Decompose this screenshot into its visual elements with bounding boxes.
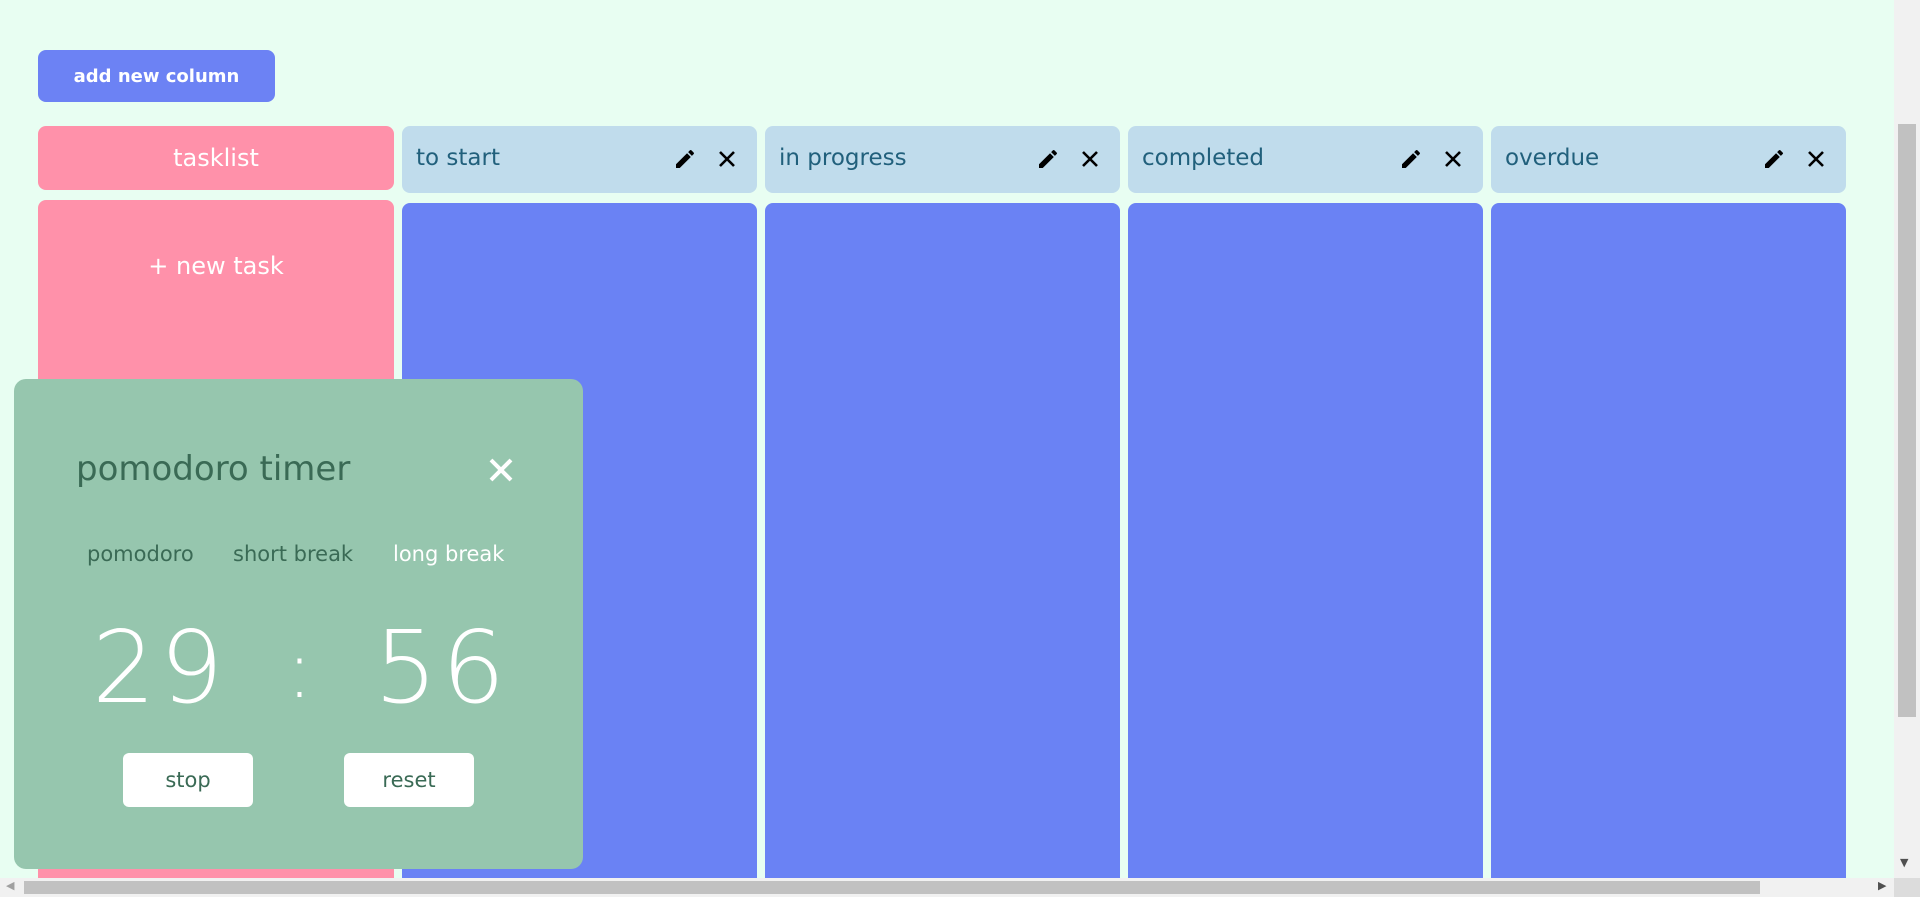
close-icon[interactable] — [1441, 147, 1465, 171]
column-title: overdue — [1505, 145, 1600, 171]
column-header-completed: completed — [1128, 126, 1483, 193]
tasklist-title: tasklist — [173, 144, 259, 172]
timer-seconds: 56 — [374, 609, 510, 726]
column-body-overdue[interactable] — [1491, 203, 1846, 880]
column-body-completed[interactable] — [1128, 203, 1483, 880]
scroll-right-arrow-icon[interactable]: ▶ — [1878, 879, 1886, 892]
tasklist-header: tasklist — [38, 126, 394, 190]
close-icon[interactable] — [715, 147, 739, 171]
mode-short-break[interactable]: short break — [233, 542, 353, 566]
stop-button[interactable]: stop — [123, 753, 253, 807]
column-title: completed — [1142, 145, 1265, 171]
pomodoro-title: pomodoro timer — [76, 449, 351, 489]
pomodoro-timer-panel: pomodoro timer pomodoro short break long… — [14, 379, 583, 869]
column-header-to-start: to start — [402, 126, 757, 193]
reset-button[interactable]: reset — [344, 753, 474, 807]
scroll-down-arrow-icon[interactable]: ▼ — [1900, 856, 1908, 869]
column-body-in-progress[interactable] — [765, 203, 1120, 880]
scrollbar-corner — [1894, 878, 1920, 897]
horizontal-scroll-thumb[interactable] — [24, 881, 1760, 894]
new-task-button[interactable]: + new task — [38, 252, 394, 280]
pencil-icon[interactable] — [1762, 147, 1786, 171]
pencil-icon[interactable] — [1036, 147, 1060, 171]
pencil-icon[interactable] — [1399, 147, 1423, 171]
mode-long-break[interactable]: long break — [393, 542, 504, 566]
scroll-left-arrow-icon[interactable]: ◀ — [6, 879, 14, 892]
close-icon[interactable] — [1804, 147, 1828, 171]
mode-pomodoro[interactable]: pomodoro — [87, 542, 194, 566]
vertical-scrollbar[interactable] — [1894, 0, 1920, 878]
column-header-in-progress: in progress — [765, 126, 1120, 193]
timer-minutes: 29 — [92, 609, 228, 726]
column-header-overdue: overdue — [1491, 126, 1846, 193]
kanban-page: add new column tasklist + new task to st… — [0, 0, 1920, 897]
close-icon[interactable] — [1078, 147, 1102, 171]
pencil-icon[interactable] — [673, 147, 697, 171]
close-icon[interactable] — [484, 453, 518, 487]
column-title: in progress — [779, 145, 907, 171]
column-title: to start — [416, 145, 500, 171]
timer-separator: : — [286, 623, 317, 716]
add-new-column-button[interactable]: add new column — [38, 50, 275, 102]
horizontal-scrollbar[interactable] — [0, 878, 1894, 897]
vertical-scroll-thumb[interactable] — [1898, 124, 1916, 717]
